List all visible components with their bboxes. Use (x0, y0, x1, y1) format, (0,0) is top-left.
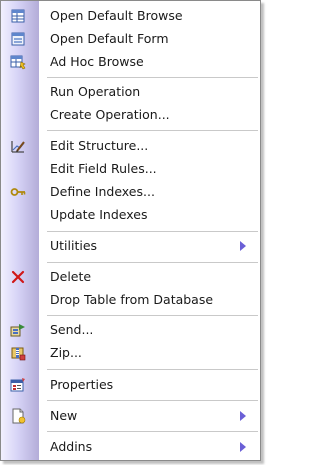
menu-item-label: Delete (50, 269, 92, 284)
browse-grid-icon (11, 9, 25, 23)
menu-item-edit-field-rules[interactable]: Edit Field Rules... (1, 158, 260, 180)
menu-separator (47, 431, 258, 432)
menu-item-label: Define Indexes... (50, 184, 155, 199)
menu-item-label: Zip... (50, 345, 82, 360)
menu-item-properties[interactable]: Properties (1, 374, 260, 396)
ad-hoc-browse-icon (10, 55, 26, 70)
menu-item-label: Open Default Browse (50, 8, 183, 23)
menu-item-utilities[interactable]: Utilities (1, 235, 260, 257)
menu-item-run-operation[interactable]: Run Operation (1, 81, 260, 103)
submenu-arrow-icon (240, 442, 246, 452)
menu-item-delete[interactable]: Delete (1, 266, 260, 288)
menu-item-label: Send... (50, 322, 94, 337)
menu-item-edit-structure[interactable]: Edit Structure... (1, 135, 260, 157)
submenu-arrow-icon (240, 411, 246, 421)
submenu-arrow-icon (240, 241, 246, 251)
zip-archive-icon (11, 347, 26, 361)
menu-separator (47, 369, 258, 370)
delete-x-icon (11, 270, 25, 284)
menu-item-new[interactable]: New (1, 405, 260, 427)
menu-separator (47, 77, 258, 78)
menu-separator (47, 231, 258, 232)
new-document-icon (12, 408, 26, 424)
send-icon (10, 324, 25, 337)
properties-icon (10, 378, 25, 392)
menu-item-open-default-form[interactable]: Open Default Form (1, 28, 260, 50)
menu-item-label: Run Operation (50, 84, 141, 99)
menu-separator (47, 130, 258, 131)
menu-item-open-default-browse[interactable]: Open Default Browse (1, 5, 260, 27)
menu-item-addins[interactable]: Addins (1, 436, 260, 458)
menu-item-send[interactable]: Send... (1, 319, 260, 341)
menu-item-label: Addins (50, 439, 93, 454)
key-icon (10, 188, 26, 196)
menu-item-label: Drop Table from Database (50, 292, 214, 307)
menu-item-zip[interactable]: Zip... (1, 342, 260, 364)
menu-item-label: Edit Field Rules... (50, 161, 157, 176)
context-menu: Open Default Browse Open Default Form Ad… (0, 0, 261, 461)
menu-separator (47, 400, 258, 401)
menu-item-label: Ad Hoc Browse (50, 54, 144, 69)
menu-item-label: Create Operation... (50, 107, 170, 122)
menu-separator (47, 262, 258, 263)
menu-item-label: Edit Structure... (50, 138, 149, 153)
menu-item-drop-table[interactable]: Drop Table from Database (1, 289, 260, 311)
menu-item-label: Utilities (50, 238, 98, 253)
menu-item-update-indexes[interactable]: Update Indexes (1, 204, 260, 226)
menu-separator (47, 315, 258, 316)
menu-item-define-indexes[interactable]: Define Indexes... (1, 181, 260, 203)
menu-item-label: Properties (50, 377, 114, 392)
menu-item-label: New (50, 408, 78, 423)
menu-item-ad-hoc-browse[interactable]: Ad Hoc Browse (1, 51, 260, 73)
menu-item-label: Open Default Form (50, 31, 169, 46)
menu-item-create-operation[interactable]: Create Operation... (1, 104, 260, 126)
menu-item-label: Update Indexes (50, 207, 148, 222)
edit-structure-icon (11, 141, 25, 153)
form-icon (11, 32, 25, 46)
